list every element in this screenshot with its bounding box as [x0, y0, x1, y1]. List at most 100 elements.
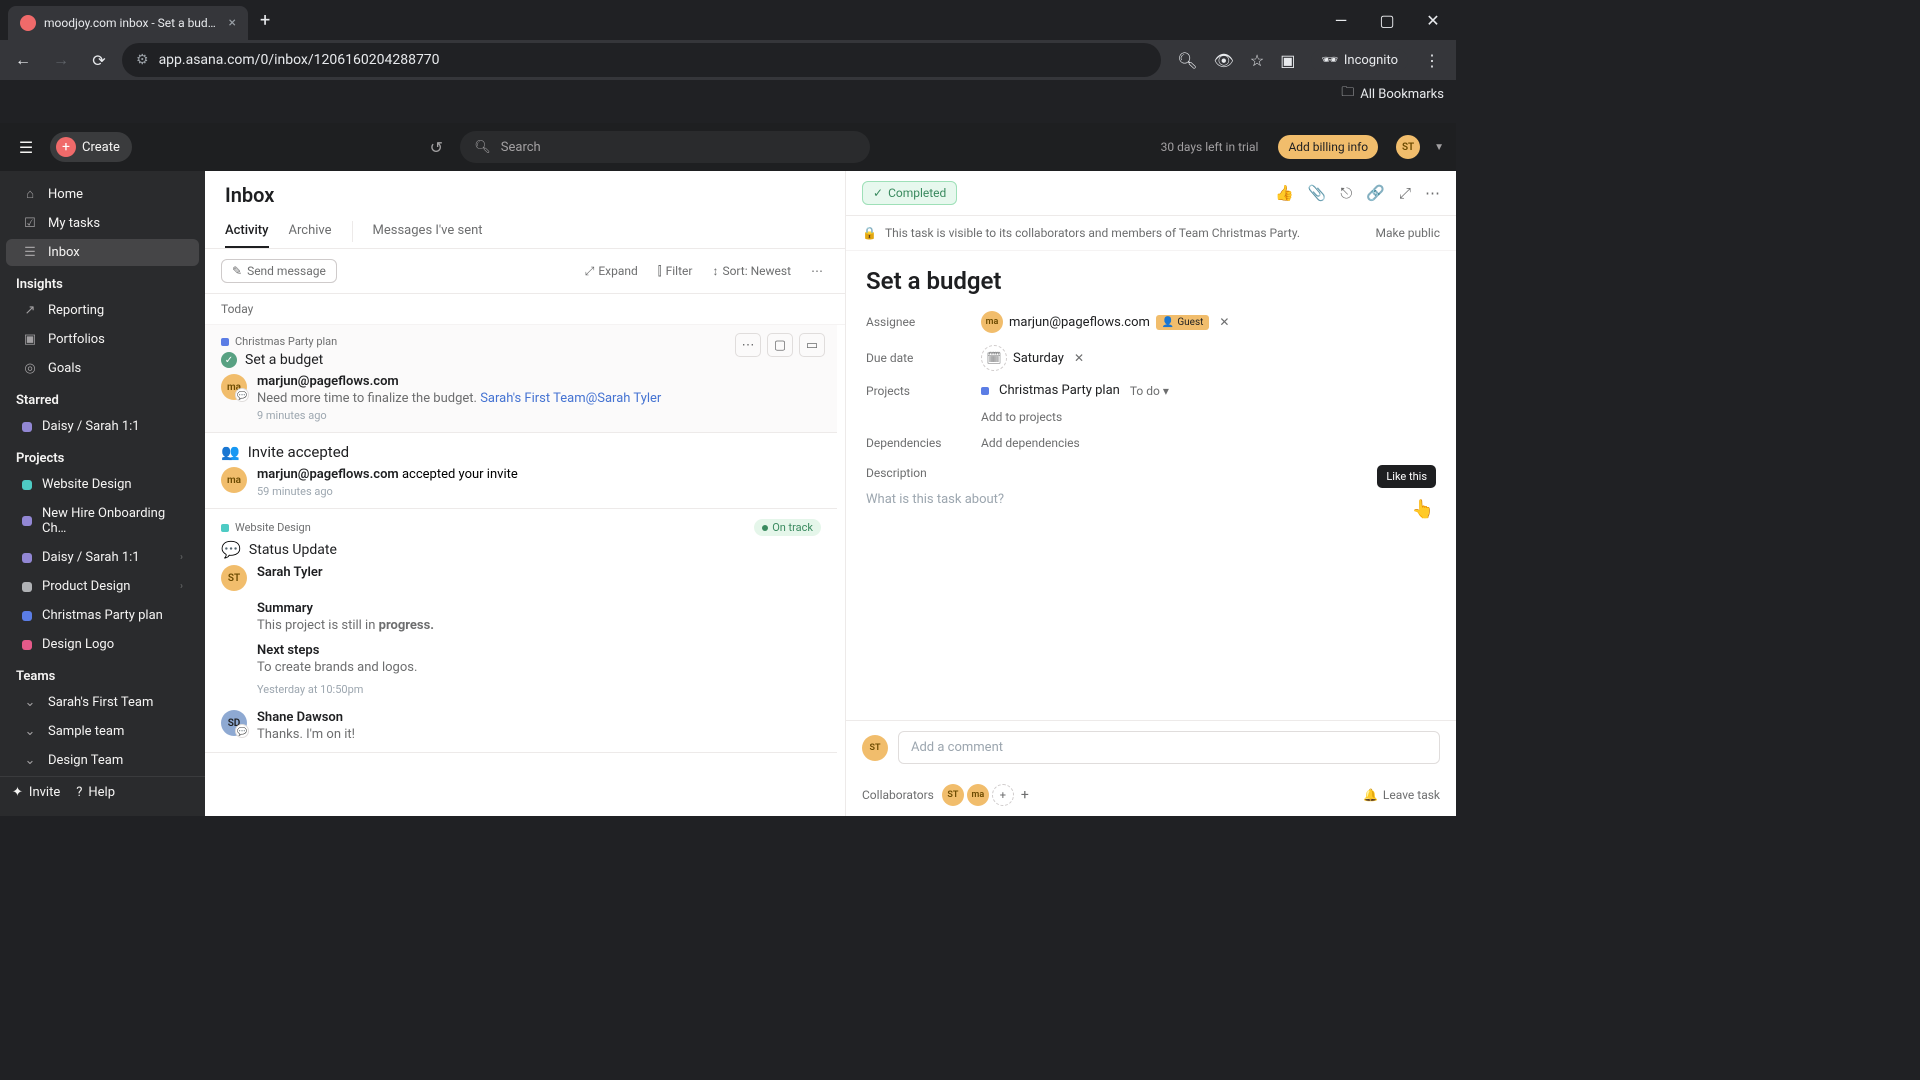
invite-text: marjun@pageflows.com accepted your invit…	[257, 467, 821, 482]
completed-button[interactable]: ✓Completed	[862, 181, 957, 205]
starred-item[interactable]: Daisy / Sarah 1:1	[6, 413, 199, 440]
help-button[interactable]: ?Help	[76, 785, 115, 800]
add-collaborator-button[interactable]: +	[992, 784, 1014, 806]
nav-inbox[interactable]: ☰Inbox	[6, 239, 199, 266]
address-bar[interactable]: ⚙ app.asana.com/0/inbox/1206160204288770	[122, 43, 1161, 77]
expand-button[interactable]: ⤢Expand	[579, 262, 644, 281]
menu-icon[interactable]: ⋮	[1424, 51, 1440, 70]
avatar[interactable]: ma	[967, 784, 989, 806]
search-icon[interactable]: 🔍︎	[1177, 51, 1197, 70]
create-button[interactable]: + Create	[50, 132, 132, 162]
inbox-scroll[interactable]: Christmas Party plan ✓ Set a budget ⋯ ▢ …	[205, 325, 845, 816]
site-settings-icon[interactable]: ⚙	[136, 52, 149, 68]
card-archive-button[interactable]: ▭	[799, 333, 825, 357]
section-select[interactable]: To do ▾	[1130, 384, 1169, 398]
inbox-card[interactable]: Website Design On track 💬 Status Update …	[205, 509, 837, 753]
add-dependencies-button[interactable]: Add dependencies	[981, 436, 1080, 450]
nav-portfolios[interactable]: ▣Portfolios	[6, 326, 199, 353]
close-window-button[interactable]: ✕	[1410, 0, 1456, 40]
back-button[interactable]: ←	[8, 45, 38, 75]
bookmark-star-icon[interactable]: ☆	[1250, 51, 1264, 70]
close-tab-icon[interactable]: ×	[229, 15, 236, 31]
nav-reporting[interactable]: ↗Reporting	[6, 297, 199, 324]
tab-activity[interactable]: Activity	[225, 215, 269, 248]
inbox-card[interactable]: 👥Invite accepted ma marjun@pageflows.com…	[205, 433, 837, 509]
project-item[interactable]: Design Logo	[6, 631, 199, 658]
project-item[interactable]: Product Design›	[6, 573, 199, 600]
field-due-date: Due date 🗓 Saturday ✕	[866, 345, 1436, 371]
fullscreen-button[interactable]: ⤢	[1399, 184, 1411, 202]
incognito-chip[interactable]: 🕶 Incognito	[1311, 49, 1408, 72]
card-project[interactable]: Website Design	[221, 521, 311, 534]
task-title[interactable]: Set a budget	[866, 267, 1436, 295]
reload-button[interactable]: ⟳	[84, 45, 114, 75]
add-projects-button[interactable]: Add to projects	[981, 410, 1062, 424]
panel-icon[interactable]: ▣	[1280, 51, 1295, 70]
send-message-button[interactable]: ✎Send message	[221, 259, 337, 283]
make-public-button[interactable]: Make public	[1375, 226, 1440, 240]
field-value[interactable]: ma marjun@pageflows.com 👤Guest ✕	[981, 311, 1436, 333]
minimize-button[interactable]: —	[1318, 0, 1364, 40]
more-button[interactable]: ⋯	[805, 262, 829, 280]
user-avatar[interactable]: ST	[1396, 135, 1420, 159]
project-item[interactable]: Daisy / Sarah 1:1›	[6, 544, 199, 571]
card-bookmark-button[interactable]: ▢	[767, 333, 793, 357]
leave-task-button[interactable]: 🔔Leave task	[1363, 788, 1440, 802]
mention-link[interactable]: Sarah's First Team@Sarah Tyler	[480, 391, 661, 406]
detail-toolbar: ✓Completed 👍 📎 ⎋ 🔗 ⤢ ⋯	[846, 171, 1456, 216]
project-item[interactable]: Christmas Party plan	[6, 602, 199, 629]
field-projects: Projects Christmas Party plan To do ▾	[866, 383, 1436, 398]
link-button[interactable]: 🔗	[1366, 184, 1385, 202]
card-project[interactable]: Christmas Party plan	[221, 335, 821, 348]
nav-goals[interactable]: ◎Goals	[6, 355, 199, 382]
tab-bar: moodjoy.com inbox - Set a bud… × + — ▢ ✕	[0, 0, 1456, 40]
add-billing-button[interactable]: Add billing info	[1278, 135, 1378, 159]
invite-button[interactable]: ✦Invite	[12, 785, 60, 800]
browser-tab[interactable]: moodjoy.com inbox - Set a bud… ×	[8, 6, 248, 40]
project-item[interactable]: New Hire Onboarding Ch…	[6, 500, 199, 542]
card-more-button[interactable]: ⋯	[735, 333, 761, 357]
eye-off-icon[interactable]: 👁	[1214, 51, 1234, 70]
history-button[interactable]: ↺	[422, 133, 450, 161]
field-value[interactable]: 🗓 Saturday ✕	[981, 345, 1436, 371]
new-tab-button[interactable]: +	[260, 10, 270, 31]
field-value[interactable]: Christmas Party plan To do ▾	[981, 383, 1436, 398]
maximize-button[interactable]: ▢	[1364, 0, 1410, 40]
status-label: On track	[772, 521, 813, 534]
project-dot	[22, 422, 32, 432]
nav-my-tasks[interactable]: ☑My tasks	[6, 210, 199, 237]
message-body: marjun@pageflows.com accepted your invit…	[257, 467, 821, 498]
tab-sent[interactable]: Messages I've sent	[373, 215, 483, 248]
forward-button[interactable]: →	[46, 45, 76, 75]
search-bar[interactable]: 🔍︎ Search	[460, 131, 870, 163]
avatar[interactable]: ST	[942, 784, 964, 806]
all-bookmarks[interactable]: 🗀 All Bookmarks	[1341, 83, 1444, 105]
all-bookmarks-label: All Bookmarks	[1360, 87, 1444, 102]
sort-button[interactable]: ↕Sort: Newest	[706, 262, 797, 280]
browser-toolbar: 🔍︎ 👁 ☆ ▣ 🕶 Incognito ⋮	[1169, 49, 1448, 72]
filter-button[interactable]: ⫿Filter	[652, 262, 699, 281]
team-item[interactable]: ⌄Sample team	[6, 718, 199, 745]
plus-icon[interactable]: +	[1021, 787, 1029, 803]
remove-assignee-button[interactable]: ✕	[1219, 315, 1229, 329]
team-item[interactable]: ⌄Sarah's First Team	[6, 689, 199, 716]
task-name: Set a budget	[245, 352, 323, 368]
nav-home[interactable]: ⌂Home	[6, 180, 199, 208]
attachment-button[interactable]: 📎	[1308, 184, 1327, 202]
inbox-card[interactable]: Christmas Party plan ✓ Set a budget ⋯ ▢ …	[205, 325, 837, 433]
sidebar-toggle[interactable]: ☰	[12, 133, 40, 161]
subtask-button[interactable]: ⎋	[1340, 184, 1352, 202]
chevron-down-icon[interactable]: ▼	[1434, 142, 1444, 153]
chat-icon: 💬	[221, 540, 241, 559]
description-input[interactable]: What is this task about?	[866, 492, 1436, 507]
nav-label: Portfolios	[48, 332, 105, 347]
more-button[interactable]: ⋯	[1425, 184, 1440, 202]
comment-input[interactable]: Add a comment	[898, 731, 1440, 764]
tab-archive[interactable]: Archive	[289, 215, 332, 248]
project-item[interactable]: Website Design	[6, 471, 199, 498]
remove-date-button[interactable]: ✕	[1074, 351, 1084, 365]
team-item[interactable]: ⌄Design Team	[6, 747, 199, 774]
like-button[interactable]: 👍	[1275, 184, 1294, 202]
check-complete-icon[interactable]: ✓	[221, 352, 237, 368]
assignee-name: marjun@pageflows.com	[1009, 315, 1150, 330]
